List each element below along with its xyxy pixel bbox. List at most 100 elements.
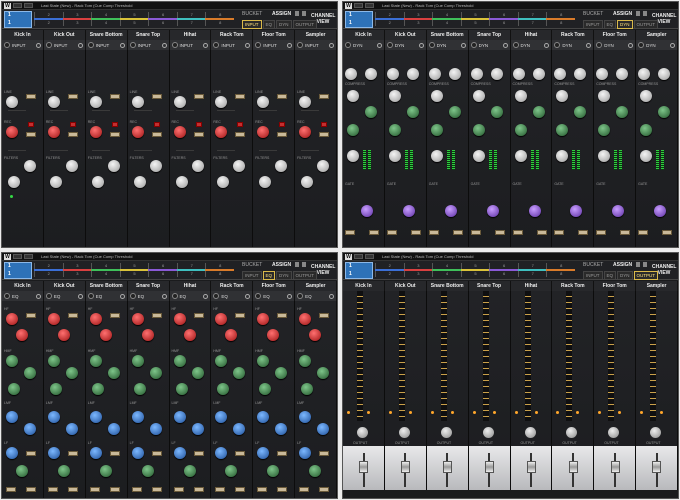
eq-in-button[interactable] [47,487,58,492]
key-button[interactable] [596,230,607,235]
eq-bypass-button[interactable] [235,487,246,492]
line-gain-knob[interactable] [215,96,228,108]
analog-button[interactable] [277,94,288,99]
bank-button[interactable]: 2 [34,20,63,26]
pan-knob[interactable] [398,427,410,438]
eq-in-button[interactable] [215,487,226,492]
mode-tab-dyn[interactable]: DYN [617,271,633,280]
lmf-freq-knob[interactable] [24,423,36,435]
rec-gain-knob[interactable] [215,126,228,138]
gate-range-knob[interactable] [486,205,499,217]
hpf-knob[interactable] [107,160,120,172]
lf-gain-knob[interactable] [215,447,228,459]
magnify-icon[interactable] [329,42,334,48]
attack-knob[interactable] [430,90,443,102]
bank-1-button[interactable]: 11 [345,262,373,279]
bank-button[interactable]: 7 [517,20,547,26]
makeup-knob[interactable] [640,124,653,136]
magnify-icon[interactable] [287,42,293,48]
hmf-gain-knob[interactable] [6,355,18,367]
lf-shelf-button[interactable] [319,451,330,456]
fader-handle[interactable] [359,461,369,473]
bank-1-button[interactable]: 11 [4,11,32,28]
lmf-freq-knob[interactable] [317,423,330,435]
gate-threshold-knob[interactable] [430,150,443,162]
mode-tab-input[interactable]: INPUT [583,271,603,280]
bank-button[interactable]: 5 [119,271,149,277]
lmf-freq-knob[interactable] [275,423,288,435]
release-knob[interactable] [574,106,587,118]
gate-range-knob[interactable] [361,205,373,217]
channel-view-button[interactable]: CHANNEL VIEW [652,264,676,276]
gate-range-knob[interactable] [654,205,667,217]
sidechain-button[interactable] [536,230,547,235]
power-icon[interactable] [213,293,220,299]
mode-tab-dyn[interactable]: DYN [276,20,292,29]
lmf-freq-knob[interactable] [233,423,246,435]
channel-view-button[interactable]: CHANNEL VIEW [311,13,335,25]
pan-knob[interactable] [566,427,578,438]
line-gain-knob[interactable] [131,96,144,108]
ratio-knob[interactable] [490,68,503,80]
lock-icon[interactable] [636,262,640,267]
power-icon[interactable] [386,42,393,48]
sidechain-button[interactable] [410,230,421,235]
ratio-knob[interactable] [658,68,671,80]
power-icon[interactable] [297,293,304,299]
sidechain-button[interactable] [620,230,631,235]
ratio-knob[interactable] [406,68,419,80]
sidechain-button[interactable] [578,230,589,235]
ratio-knob[interactable] [574,68,587,80]
line-gain-knob[interactable] [173,96,186,108]
release-knob[interactable] [616,106,629,118]
power-icon[interactable] [129,293,136,299]
trash-icon[interactable] [643,11,647,16]
magnify-icon[interactable] [460,42,466,48]
hmf-q-knob[interactable] [259,383,272,395]
magnify-icon[interactable] [119,293,125,299]
hmf-gain-knob[interactable] [299,355,312,367]
hmf-gain-knob[interactable] [47,355,60,367]
magnify-icon[interactable] [245,42,251,48]
rec-gain-knob[interactable] [173,126,186,138]
lock-icon[interactable] [295,11,299,16]
mode-tab-eq[interactable]: EQ [603,271,617,280]
lf-shelf-button[interactable] [193,451,204,456]
redo-button[interactable] [24,254,33,259]
hmf-q-knob[interactable] [301,383,314,395]
power-icon[interactable] [255,42,262,48]
lf-freq-knob[interactable] [57,465,70,477]
mode-tab-eq[interactable]: EQ [262,271,276,280]
power-icon[interactable] [129,42,136,48]
bank-button[interactable]: 6 [148,20,177,26]
magnify-icon[interactable] [670,42,675,48]
gate-range-knob[interactable] [444,205,457,217]
sidechain-button[interactable] [662,230,673,235]
magnify-icon[interactable] [203,42,209,48]
eq-bypass-button[interactable] [109,487,120,492]
rec-button[interactable] [321,122,328,127]
ratio-knob[interactable] [365,68,377,80]
fader-handle[interactable] [610,461,620,473]
magnify-icon[interactable] [203,293,209,299]
analog-button[interactable] [109,94,120,99]
makeup-knob[interactable] [430,124,443,136]
lf-shelf-button[interactable] [235,451,246,456]
gate-threshold-knob[interactable] [598,150,611,162]
hmf-freq-knob[interactable] [275,367,288,379]
bank-button[interactable]: 5 [460,20,490,26]
eq-in-button[interactable] [257,487,268,492]
key-button[interactable] [386,230,397,235]
hf-gain-knob[interactable] [215,313,228,325]
lmf-gain-knob[interactable] [299,411,312,423]
eq-bypass-button[interactable] [319,487,330,492]
lmf-gain-knob[interactable] [47,411,60,423]
magnify-icon[interactable] [245,293,251,299]
hf-freq-knob[interactable] [99,329,112,341]
hf-gain-knob[interactable] [299,313,312,325]
lpf-knob[interactable] [91,176,104,188]
trim-button[interactable] [235,132,246,137]
ratio-knob[interactable] [448,68,461,80]
lf-gain-knob[interactable] [47,447,60,459]
hf-bell-button[interactable] [151,313,162,318]
